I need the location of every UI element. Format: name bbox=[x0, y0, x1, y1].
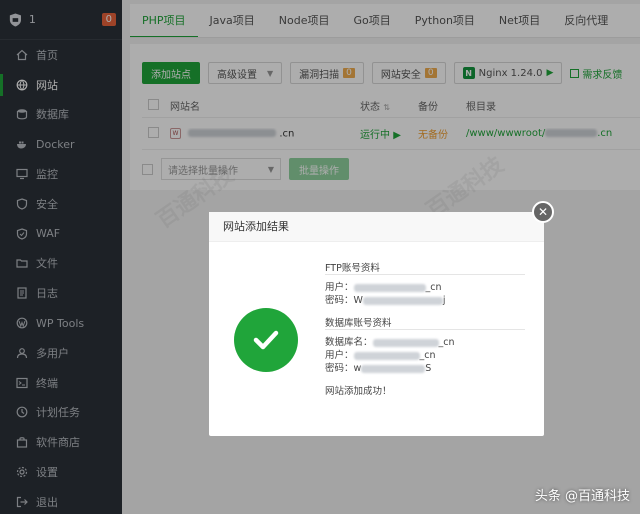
db-name: 数据库名： _cn bbox=[325, 336, 525, 349]
db-password: 密码：w S bbox=[325, 362, 525, 375]
db-pass-label: 密码： bbox=[325, 363, 354, 374]
redacted-text bbox=[372, 338, 439, 347]
close-icon[interactable]: ✕ bbox=[532, 201, 554, 223]
db-user: 用户： _cn bbox=[325, 349, 525, 362]
ftp-pass-end: j bbox=[442, 295, 446, 306]
site-result-dialog: 网站添加结果 ✕ FTP账号资料 用户： _cn 密码：W j 数据库账号资料 数据… bbox=[209, 201, 554, 436]
db-user-label: 用户： bbox=[325, 350, 354, 361]
db-pass-end: S bbox=[425, 363, 432, 374]
db-section-title: 数据库账号资料 bbox=[325, 317, 525, 330]
success-message: 网站添加成功！ bbox=[325, 386, 392, 397]
db-name-value: _cn bbox=[438, 337, 455, 348]
ftp-user: 用户： _cn bbox=[325, 281, 525, 294]
success-check-icon bbox=[234, 308, 298, 372]
ftp-password: 密码：W j bbox=[325, 294, 525, 307]
ftp-user-value: _cn bbox=[425, 282, 442, 293]
dialog-title: 网站添加结果 bbox=[209, 212, 544, 242]
credit-watermark: 头条 @百通科技 bbox=[534, 489, 630, 504]
db-name-label: 数据库名： bbox=[325, 337, 373, 348]
redacted-text bbox=[361, 364, 426, 373]
redacted-text bbox=[353, 351, 420, 360]
ftp-section-title: FTP账号资料 bbox=[325, 262, 525, 275]
ftp-pass-start: W bbox=[353, 295, 363, 306]
db-user-value: _cn bbox=[419, 350, 436, 361]
db-pass-start: w bbox=[353, 363, 362, 374]
account-info: FTP账号资料 用户： _cn 密码：W j 数据库账号资料 数据库名： _cn 用户… bbox=[325, 262, 525, 398]
ftp-pass-label: 密码： bbox=[325, 295, 354, 306]
redacted-text bbox=[362, 296, 443, 305]
redacted-text bbox=[353, 283, 426, 292]
ftp-user-label: 用户： bbox=[325, 282, 354, 293]
